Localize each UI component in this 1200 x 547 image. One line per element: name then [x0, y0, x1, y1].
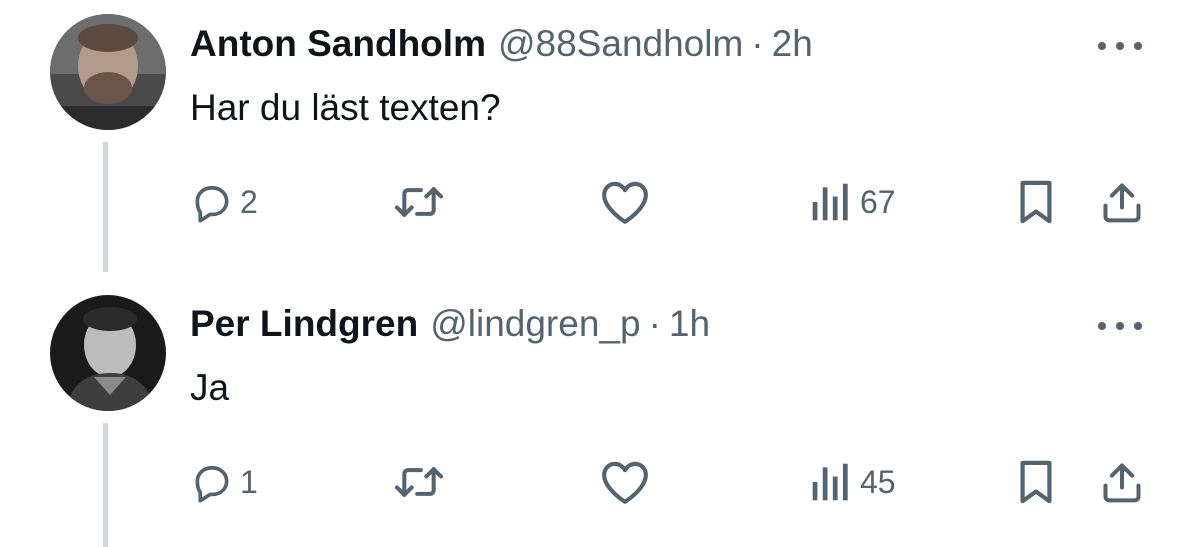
reply-icon — [195, 466, 229, 503]
bookmark-icon — [1020, 460, 1052, 504]
bookmark-button[interactable] — [1016, 176, 1056, 228]
action-bar: 1 45 — [0, 456, 1200, 508]
share-button[interactable] — [1100, 176, 1144, 228]
retweet-button[interactable] — [390, 176, 448, 228]
heart-icon — [602, 461, 648, 504]
view-count: 45 — [860, 463, 896, 500]
heart-icon — [602, 181, 648, 224]
reply-icon — [195, 186, 229, 223]
like-button[interactable] — [600, 176, 650, 228]
share-icon — [1103, 183, 1141, 223]
tweet[interactable]: Per Lindgren @lindgren_p · 1h Ja 1 45 — [0, 280, 1200, 547]
author-handle[interactable]: @88Sandholm — [498, 22, 743, 66]
tweet-text: Har du läst texten? — [190, 87, 501, 128]
views-button[interactable]: 67 — [808, 176, 896, 228]
avatar[interactable] — [50, 295, 166, 411]
reply-button[interactable]: 1 — [190, 456, 258, 508]
share-icon — [1103, 463, 1141, 503]
timestamp[interactable]: 2h — [772, 22, 813, 66]
views-button[interactable]: 45 — [808, 456, 896, 508]
more-icon[interactable] — [1098, 320, 1142, 332]
view-count: 67 — [860, 183, 896, 220]
retweet-button[interactable] — [390, 456, 448, 508]
share-button[interactable] — [1100, 456, 1144, 508]
author-handle[interactable]: @lindgren_p — [430, 302, 640, 346]
separator: · — [648, 303, 661, 344]
tweet[interactable]: Anton Sandholm @88Sandholm · 2h Har du l… — [0, 0, 1200, 272]
retweet-icon — [394, 187, 444, 217]
views-icon — [812, 183, 848, 221]
author-name[interactable]: Anton Sandholm — [190, 22, 486, 66]
avatar[interactable] — [50, 14, 166, 130]
separator: · — [751, 23, 764, 64]
reply-button[interactable]: 2 — [190, 176, 258, 228]
tweet-header: Anton Sandholm @88Sandholm · 2h — [190, 22, 813, 66]
tweet-header: Per Lindgren @lindgren_p · 1h — [190, 302, 710, 346]
timestamp[interactable]: 1h — [669, 302, 710, 346]
more-icon[interactable] — [1098, 40, 1142, 52]
retweet-icon — [394, 467, 444, 497]
views-icon — [812, 463, 848, 501]
reply-count: 1 — [240, 463, 258, 500]
reply-count: 2 — [240, 183, 258, 220]
action-bar: 2 67 — [0, 176, 1200, 228]
bookmark-button[interactable] — [1016, 456, 1056, 508]
author-name[interactable]: Per Lindgren — [190, 302, 418, 346]
like-button[interactable] — [600, 456, 650, 508]
bookmark-icon — [1020, 180, 1052, 224]
tweet-text: Ja — [190, 367, 230, 408]
